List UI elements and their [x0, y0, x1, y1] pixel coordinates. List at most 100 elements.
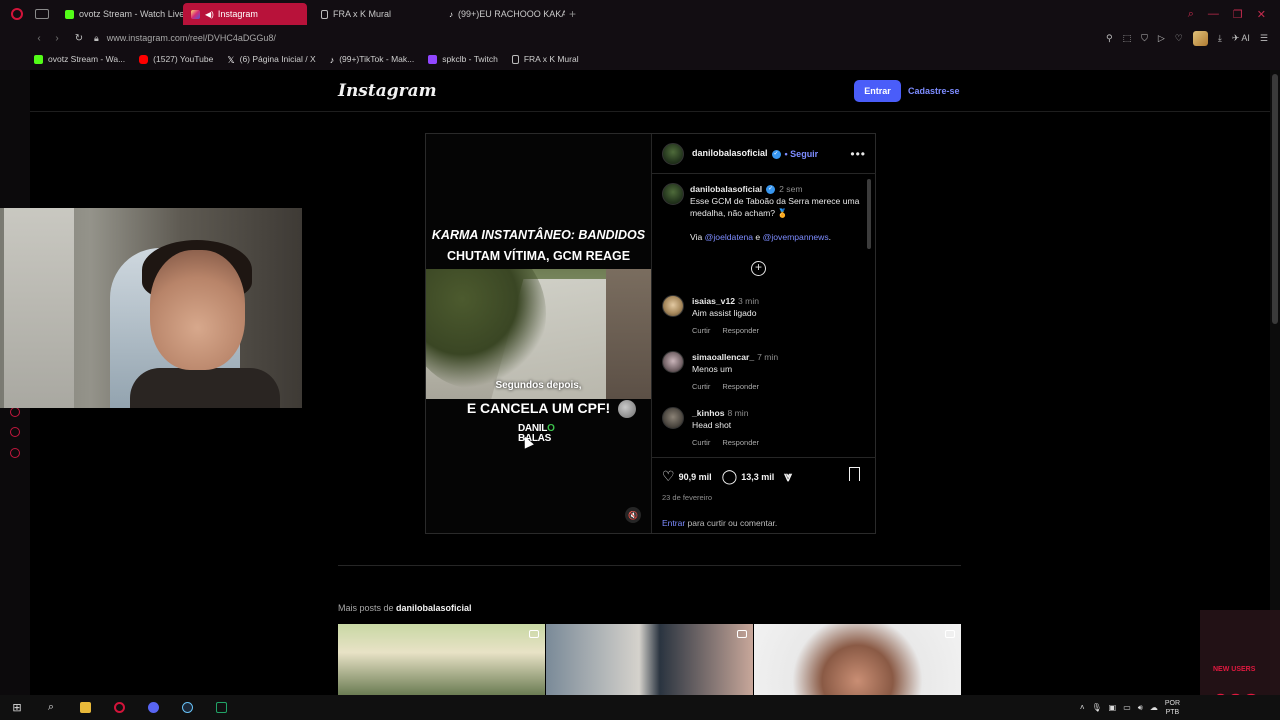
likes-count[interactable]: 90,9 mil: [679, 472, 712, 482]
share-icon[interactable]: ⩔: [784, 468, 792, 485]
commenter-avatar[interactable]: [662, 351, 684, 373]
minimize-icon[interactable]: —: [1208, 8, 1219, 20]
close-icon[interactable]: ✕: [1257, 8, 1266, 21]
sidebar-messenger-icon[interactable]: [10, 407, 20, 417]
page-scrollbar[interactable]: [1270, 70, 1280, 695]
comments-section[interactable]: danilobalasoficial ✓ 2 sem Esse GCM de Tab…: [652, 175, 876, 457]
speaker-muted-icon: 🔇: [628, 510, 638, 520]
commenter-avatar[interactable]: [662, 295, 684, 317]
tray-app-icon[interactable]: ▣: [1109, 703, 1117, 712]
file-explorer-icon[interactable]: [68, 695, 102, 720]
bookmark-youtube[interactable]: (1527) YouTube: [139, 54, 213, 64]
sidebar-whatsapp-icon[interactable]: [10, 427, 20, 437]
caption-username[interactable]: danilobalasoficial: [690, 184, 762, 194]
onedrive-icon[interactable]: ☁: [1150, 703, 1158, 712]
network-icon[interactable]: ▭: [1123, 703, 1131, 712]
audio-playing-icon[interactable]: ◀): [205, 10, 214, 19]
discord-icon[interactable]: [136, 695, 170, 720]
save-bookmark-icon[interactable]: [849, 467, 860, 482]
bookmark-page-icon[interactable]: ⚲: [1106, 33, 1113, 44]
ai-button[interactable]: ✈ AI: [1232, 33, 1250, 44]
bookmark-fra-mural[interactable]: FRA x K Mural: [511, 54, 579, 64]
start-button[interactable]: ⊞: [0, 695, 34, 720]
tab-overview-icon[interactable]: [35, 9, 49, 19]
comment-reply-button[interactable]: Responder: [722, 382, 759, 391]
more-posts-username[interactable]: danilobalasoficial: [396, 603, 472, 613]
bookmark-label: (99+)TikTok - Mak...: [339, 54, 415, 64]
opera-gx-icon[interactable]: [102, 695, 136, 720]
opera-gx-logo-icon[interactable]: [5, 2, 29, 26]
search-icon[interactable]: ⌕: [1188, 8, 1194, 21]
tab-label: (99+)EU RACHOOO KAKA: [458, 9, 565, 19]
language-indicator[interactable]: POR PTB: [1165, 699, 1180, 717]
tab-tiktok[interactable]: ♪ (99+)EU RACHOOO KAKA: [441, 3, 565, 25]
heart-icon[interactable]: ♡: [1175, 33, 1183, 44]
login-prompt-link[interactable]: Entrar: [662, 518, 685, 528]
comment-like-button[interactable]: Curtir: [692, 382, 710, 391]
play-icon[interactable]: ▷: [1158, 33, 1165, 44]
system-tray: ˄ 🎙︎ ▣ ▭ 🔊︎ ☁ POR PTB: [1080, 699, 1280, 717]
mute-button[interactable]: 🔇: [625, 507, 641, 523]
search-icon[interactable]: ⌕: [34, 695, 68, 720]
forward-icon[interactable]: ›: [48, 33, 66, 44]
comment-username[interactable]: simaoallencar_: [692, 352, 754, 362]
back-icon[interactable]: ‹: [30, 33, 48, 44]
headline-line-2: CHUTAM VÍTIMA, GCM REAGE: [446, 249, 631, 263]
heart-icon[interactable]: ♡: [662, 468, 675, 485]
author-avatar[interactable]: [662, 142, 684, 165]
comment-reply-button[interactable]: Responder: [722, 438, 759, 447]
comment-reply-button[interactable]: Responder: [722, 326, 759, 335]
tab-label: Instagram: [217, 9, 258, 19]
load-more-comments-icon[interactable]: +: [751, 261, 766, 276]
tab-kick-stream[interactable]: ovotz Stream - Watch Live: [57, 3, 183, 25]
bookmark-twitch[interactable]: spkclb - Twitch: [428, 54, 498, 64]
reload-icon[interactable]: ↻: [70, 33, 88, 44]
bookmark-kick[interactable]: ovotz Stream - Wa...: [34, 54, 125, 64]
bookmark-x[interactable]: 𝕏 (6) Página Inicial / X: [227, 54, 315, 65]
tab-instagram[interactable]: ◀) Instagram: [183, 3, 307, 25]
login-button[interactable]: Entrar: [854, 80, 901, 102]
comment-icon[interactable]: ◯: [722, 468, 738, 485]
comments-scrollbar[interactable]: [866, 175, 872, 457]
comment-like-button[interactable]: Curtir: [692, 326, 710, 335]
more-post-thumbnail[interactable]: [754, 624, 961, 695]
steam-icon[interactable]: [170, 695, 204, 720]
commenter-avatar[interactable]: [662, 407, 684, 429]
author-username[interactable]: danilobalasoficial ✓: [692, 148, 781, 159]
comments-count[interactable]: 13,3 mil: [741, 472, 774, 482]
mention-jovempannews[interactable]: @jovempannews: [763, 232, 829, 242]
comment-like-button[interactable]: Curtir: [692, 438, 710, 447]
url-field[interactable]: www.instagram.com/reel/DVHC4aDGGu8/: [107, 33, 276, 43]
document-favicon-icon: [321, 9, 328, 19]
author-avatar[interactable]: [662, 183, 684, 205]
tray-chevron-icon[interactable]: ˄: [1080, 703, 1085, 712]
comment-item: isaias_v12 3 min Aim assist ligado Curtir…: [662, 295, 862, 337]
menu-icon[interactable]: ☰: [1260, 33, 1268, 44]
reel-video[interactable]: KARMA INSTANTÂNEO: BANDIDOS CHUTAM VÍTIM…: [426, 134, 651, 533]
follow-button[interactable]: • Seguir: [785, 149, 819, 159]
lang-line-2: PTB: [1165, 708, 1180, 716]
bookmark-tiktok[interactable]: ♪ (99+)TikTok - Mak...: [330, 54, 415, 65]
more-post-thumbnail[interactable]: [546, 624, 753, 695]
more-post-thumbnail[interactable]: [338, 624, 545, 695]
tab-fra-mural[interactable]: FRA x K Mural: [313, 3, 441, 25]
shield-icon[interactable]: ⛉: [1141, 33, 1148, 44]
sidebar-settings-icon[interactable]: [10, 448, 20, 458]
instagram-logo[interactable]: Instagram: [338, 81, 437, 101]
download-icon[interactable]: ⤓: [1218, 33, 1222, 44]
profile-avatar[interactable]: [1192, 30, 1208, 46]
speaker-icon[interactable]: 🔊︎: [1138, 703, 1143, 713]
caption-and: e: [753, 232, 763, 242]
microphone-icon[interactable]: 🎙︎: [1092, 703, 1102, 712]
maximize-icon[interactable]: ❐: [1233, 8, 1243, 21]
mention-joeldatena[interactable]: @joeldatena: [705, 232, 753, 242]
lock-icon[interactable]: 🔒︎: [94, 33, 99, 44]
comment-username[interactable]: _kinhos: [692, 408, 724, 418]
comment-text: Menos um: [692, 364, 733, 374]
snapshot-icon[interactable]: ⬚: [1123, 33, 1132, 44]
excel-icon[interactable]: [204, 695, 238, 720]
comment-username[interactable]: isaias_v12: [692, 296, 735, 306]
signup-button[interactable]: Cadastre-se: [908, 80, 960, 102]
more-options-icon[interactable]: •••: [850, 147, 866, 161]
new-tab-button[interactable]: +: [569, 7, 576, 21]
